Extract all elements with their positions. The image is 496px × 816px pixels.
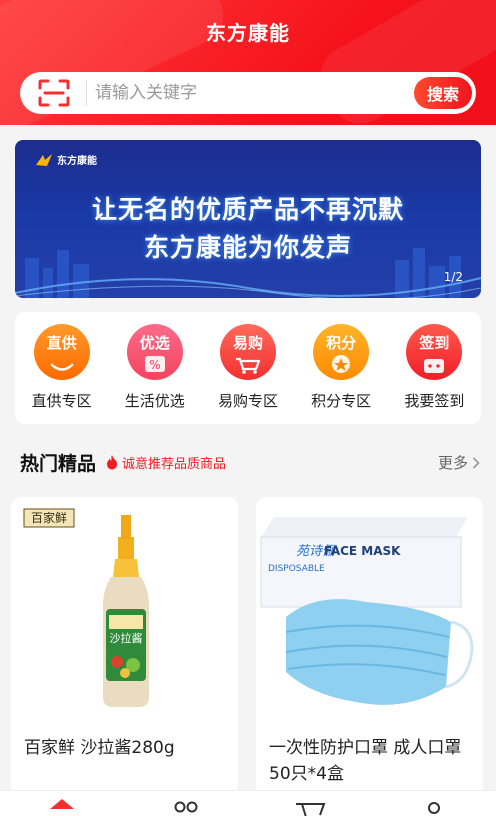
cart-icon [296,803,326,816]
category-points[interactable]: 积分 积分专区 [296,324,386,424]
category-icon-label: 优选 [139,334,170,352]
banner-headline: 让无名的优质产品不再沉默 [91,195,404,224]
category-label: 生活优选 [124,392,185,410]
category-direct-supply[interactable]: 直供 直供专区 [17,324,107,424]
logo-icon [36,153,52,166]
bottle-label: 沙拉酱 [110,631,143,645]
fire-icon [107,455,118,470]
search-button[interactable]: 搜索 [414,77,472,109]
profile-icon [428,802,440,814]
box-subtitle: DISPOSABLE [268,564,325,574]
category-label: 直供专区 [31,392,92,410]
shopping-cart-icon: 易购 [219,324,276,380]
chevron-right-icon [472,456,480,469]
more-label: 更多 [437,454,468,472]
category-icon-label: 积分 [326,334,357,352]
search-input[interactable] [95,83,414,103]
promo-banner[interactable]: 东方康能 让无名的优质产品不再沉默 东方康能为你发声 1/2 [15,140,481,298]
category-icon [174,801,198,813]
category-icon-label: 签到 [419,334,450,352]
category-life-select[interactable]: 优选 % 生活优选 [110,324,200,424]
category-icon-label: 易购 [232,334,263,352]
category-label: 积分专区 [311,392,372,410]
section-title: 热门精品 [20,452,97,475]
product-name: 百家鲜 沙拉酱280g [24,738,175,758]
product-image-salad-dressing: 百家鲜 沙拉酱 [23,508,149,707]
scan-icon[interactable] [38,79,70,107]
category-nav: 直供 直供专区 优选 % 生活优选 易购 易购专区 积分 积分专区 签到 我要签… [15,312,481,424]
product-card[interactable]: 苑诗俪 FACE MASK DISPOSABLE 一次性防护口罩 成人口罩50只… [256,497,483,797]
banner-logo: 东方康能 [35,152,97,167]
search-bar: 搜索 [20,72,476,114]
category-label: 我要签到 [404,392,465,410]
category-icon-label: 直供 [46,334,77,352]
product-image-face-mask: 苑诗俪 FACE MASK DISPOSABLE [260,517,474,705]
percent-tag-icon: 优选 % [126,324,183,380]
page-title: 东方康能 [206,21,290,45]
category-label: 易购专区 [217,392,278,410]
box-title: FACE MASK [324,544,401,558]
tab-home[interactable] [32,791,92,816]
svg-text:%: % [149,358,160,372]
section-subtitle: 诚意推荐品质商品 [122,456,227,472]
banner-subheadline: 东方康能为你发声 [143,233,352,262]
hot-section-header: 热门精品 诚意推荐品质商品 更多 [20,448,480,476]
tab-profile[interactable] [404,791,464,816]
more-link[interactable]: 更多 [438,452,480,473]
banner-logo-text: 东方康能 [57,156,97,167]
tab-cart[interactable] [280,791,340,816]
calendar-checkin-icon: 签到 [406,324,463,380]
bottom-tab-bar [0,790,496,816]
tab-category[interactable] [156,791,216,816]
brand-stamp: 百家鲜 [31,510,67,525]
search-divider [86,80,87,106]
product-card[interactable]: 百家鲜 沙拉酱 百家鲜 沙拉酱280g [11,497,238,797]
home-icon [50,799,74,809]
direct-supply-icon: 直供 [33,324,90,380]
banner-page-indicator: 1/2 [443,270,463,284]
category-checkin[interactable]: 签到 我要签到 [389,324,479,424]
product-name: 一次性防护口罩 成人口罩50只*4盒 [269,738,462,784]
category-easy-buy[interactable]: 易购 易购专区 [203,324,293,424]
points-coin-icon: 积分 [313,324,370,380]
